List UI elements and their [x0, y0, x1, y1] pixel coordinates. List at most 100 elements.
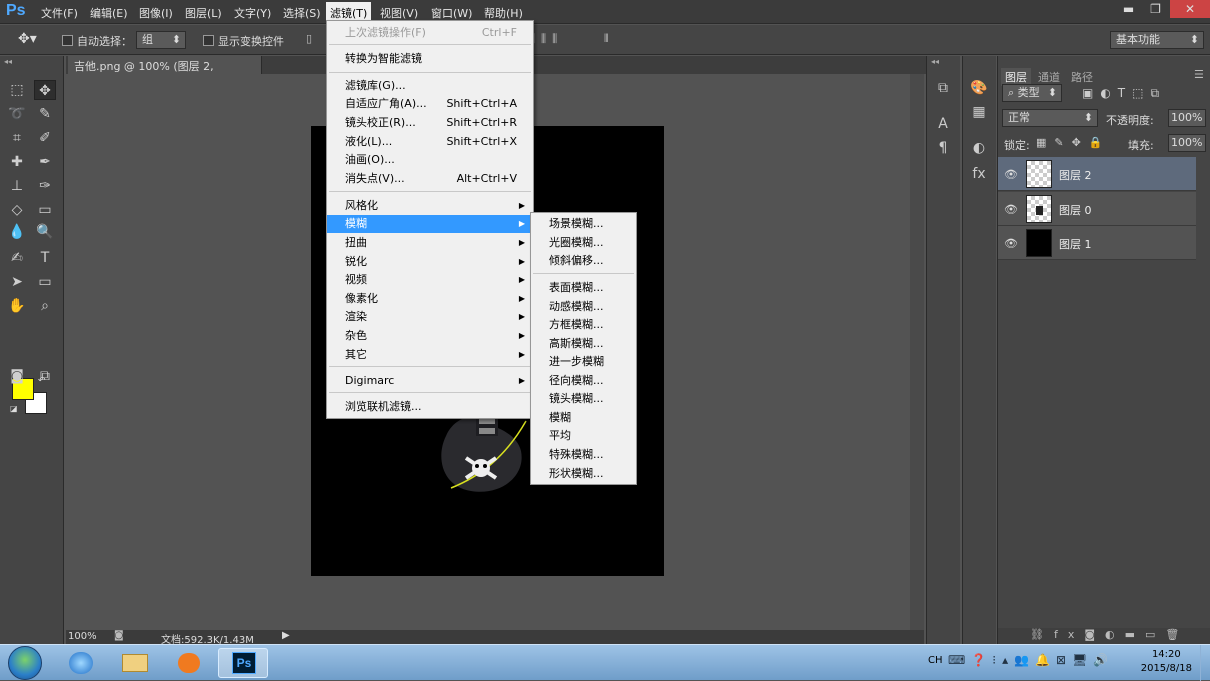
opacity-input[interactable]: 100% [1168, 109, 1206, 127]
brush-tool-icon[interactable]: ✒ [34, 152, 56, 172]
collapse-icon[interactable]: ◂◂ [4, 57, 12, 66]
eyedropper-tool-icon[interactable]: ✐ [34, 128, 56, 148]
menu-item-browse-online[interactable]: 浏览联机滤镜... [327, 398, 533, 416]
submenu-item-iris-blur[interactable]: 光圈模糊... [531, 234, 636, 252]
menu-item-last-filter[interactable]: 上次滤镜操作(F) Ctrl+F [327, 24, 533, 42]
minimize-button[interactable]: ▬ [1115, 0, 1142, 18]
menu-edit[interactable]: 编辑(E) [87, 4, 131, 22]
zoom-tool-icon[interactable]: ⌕ [34, 296, 56, 316]
workspace-dropdown[interactable]: 基本功能 ⬍ [1110, 31, 1204, 49]
show-desktop-button[interactable] [1200, 645, 1210, 681]
menu-item-other[interactable]: 其它 ▶ [327, 346, 533, 364]
menu-item-filter-gallery[interactable]: 滤镜库(G)... [327, 77, 533, 95]
tray-clock[interactable]: 14:20 2015/8/18 [1141, 648, 1192, 676]
history-brush-icon[interactable]: ✑ [34, 176, 56, 196]
lock-icons[interactable]: ▦✎✥🔒 [1036, 136, 1111, 149]
menu-item-adaptive-wide[interactable]: 自适应广角(A)... Shift+Ctrl+A [327, 95, 533, 113]
styles-panel-icon[interactable]: fx [968, 164, 990, 184]
submenu-item-surface-blur[interactable]: 表面模糊... [531, 279, 636, 297]
history-panel-icon[interactable]: ⧉ [932, 78, 954, 98]
menu-layer[interactable]: 图层(L) [182, 4, 225, 22]
pen-tool-icon[interactable]: ✍ [6, 248, 28, 268]
submenu-item-blur-more[interactable]: 进一步模糊 [531, 353, 636, 371]
align-icon[interactable]: ▯ [306, 32, 312, 45]
submenu-item-motion-blur[interactable]: 动感模糊... [531, 298, 636, 316]
eye-icon[interactable]: 👁 [1004, 203, 1018, 216]
restore-button[interactable]: ❐ [1142, 0, 1169, 18]
menu-file[interactable]: 文件(F) [38, 4, 81, 22]
quick-mask-icon[interactable]: ◙ [6, 366, 28, 386]
layer-row[interactable]: 👁 图层 0 [998, 192, 1196, 226]
distribute-icons[interactable]: ⫼⫼⫼ [530, 32, 563, 46]
menu-type[interactable]: 文字(Y) [231, 4, 274, 22]
start-button[interactable] [8, 646, 42, 680]
auto-select-dropdown[interactable]: 组 ⬍ [136, 31, 186, 49]
collapse-icon[interactable]: ◂◂ [931, 57, 939, 66]
tray-icons[interactable]: ⌨❓⁝▴👥🔔⊠🖥🔊 [948, 653, 1114, 667]
ie-icon[interactable] [56, 648, 106, 678]
close-button[interactable]: ✕ [1170, 0, 1210, 18]
blend-mode-dropdown[interactable]: 正常 ⬍ [1002, 109, 1098, 127]
menu-item-lens-correction[interactable]: 镜头校正(R)... Shift+Ctrl+R [327, 114, 533, 132]
menu-item-liquify[interactable]: 液化(L)... Shift+Ctrl+X [327, 133, 533, 151]
dodge-tool-icon[interactable]: 🔍 [34, 222, 56, 242]
blur-tool-icon[interactable]: 💧 [6, 222, 28, 242]
clone-stamp-icon[interactable]: ⊥ [6, 176, 28, 196]
menu-item-video[interactable]: 视频 ▶ [327, 271, 533, 289]
layer-filter-dropdown[interactable]: ⌕ 类型 ⬍ [1002, 84, 1062, 102]
menu-item-noise[interactable]: 杂色 ▶ [327, 327, 533, 345]
layer-row[interactable]: 👁 图层 2 [998, 157, 1196, 191]
lasso-tool-icon[interactable]: ➰ [6, 104, 28, 124]
vertical-scrollbar[interactable] [910, 74, 924, 630]
language-indicator[interactable]: CH [928, 655, 943, 666]
panel-menu-icon[interactable]: ☰ [1194, 68, 1204, 81]
path-select-tool-icon[interactable]: ➤ [6, 272, 28, 292]
paragraph-panel-icon[interactable]: ¶ [932, 138, 954, 158]
screen-mode-icon[interactable]: ⧉ [34, 366, 56, 386]
layers-panel-footer[interactable]: ⛓fx◙◐▬▭🗑 [998, 628, 1210, 644]
submenu-item-lens-blur[interactable]: 镜头模糊... [531, 390, 636, 408]
submenu-item-box-blur[interactable]: 方框模糊... [531, 316, 636, 334]
document-tab[interactable]: 吉他.png @ 100% (图层 2, RGB/8) * × [68, 56, 262, 87]
submenu-item-field-blur[interactable]: 场景模糊... [531, 215, 636, 233]
gradient-tool-icon[interactable]: ▭ [34, 200, 56, 220]
submenu-item-radial-blur[interactable]: 径向模糊... [531, 372, 636, 390]
eye-icon[interactable]: 👁 [1004, 237, 1018, 250]
menu-item-blur[interactable]: 模糊 ▶ [327, 215, 533, 233]
color-panel-icon[interactable]: 🎨 [968, 78, 990, 98]
transform-controls-checkbox[interactable] [203, 35, 214, 46]
tab-paths[interactable]: 路径 [1067, 68, 1097, 86]
move-tool-icon[interactable]: ✥▾ [18, 31, 37, 47]
hand-tool-icon[interactable]: ✋ [6, 296, 28, 316]
rectangle-tool-icon[interactable]: ▭ [34, 272, 56, 292]
marquee-tool-icon[interactable]: ⬚ [6, 80, 28, 100]
photoshop-taskbar-icon[interactable]: Ps [218, 648, 268, 678]
menu-item-oil-paint[interactable]: 油画(O)... [327, 151, 533, 169]
submenu-item-tilt-shift[interactable]: 倾斜偏移... [531, 252, 636, 270]
menu-item-pixelate[interactable]: 像素化 ▶ [327, 290, 533, 308]
auto-align-icon[interactable]: ⫴ [604, 32, 609, 46]
menu-item-render[interactable]: 渲染 ▶ [327, 308, 533, 326]
media-player-icon[interactable] [164, 648, 214, 678]
default-colors-icon[interactable]: ◪ [10, 404, 18, 413]
menu-select[interactable]: 选择(S) [280, 4, 324, 22]
move-tool-icon[interactable]: ✥ [34, 80, 56, 100]
eye-icon[interactable]: 👁 [1004, 168, 1018, 181]
menu-item-vanishing-point[interactable]: 消失点(V)... Alt+Ctrl+V [327, 170, 533, 188]
submenu-item-average[interactable]: 平均 [531, 427, 636, 445]
fill-input[interactable]: 100% [1168, 134, 1206, 152]
menu-item-digimarc[interactable]: Digimarc ▶ [327, 372, 533, 390]
layer-row[interactable]: 👁 图层 1 [998, 226, 1196, 260]
menu-item-distort[interactable]: 扭曲 ▶ [327, 234, 533, 252]
type-tool-icon[interactable]: T [34, 248, 56, 268]
explorer-icon[interactable] [110, 648, 160, 678]
layer-filter-icons[interactable]: ▣◐T⬚⧉ [1082, 86, 1166, 101]
menu-image[interactable]: 图像(I) [136, 4, 176, 22]
status-icon[interactable]: ◙ [114, 630, 124, 641]
menu-item-convert-smart[interactable]: 转换为智能滤镜 [327, 50, 533, 68]
menu-item-stylize[interactable]: 风格化 ▶ [327, 197, 533, 215]
auto-select-checkbox[interactable] [62, 35, 73, 46]
quick-select-tool-icon[interactable]: ✎ [34, 104, 56, 124]
character-panel-icon[interactable]: A [932, 114, 954, 134]
crop-tool-icon[interactable]: ⌗ [6, 128, 28, 148]
